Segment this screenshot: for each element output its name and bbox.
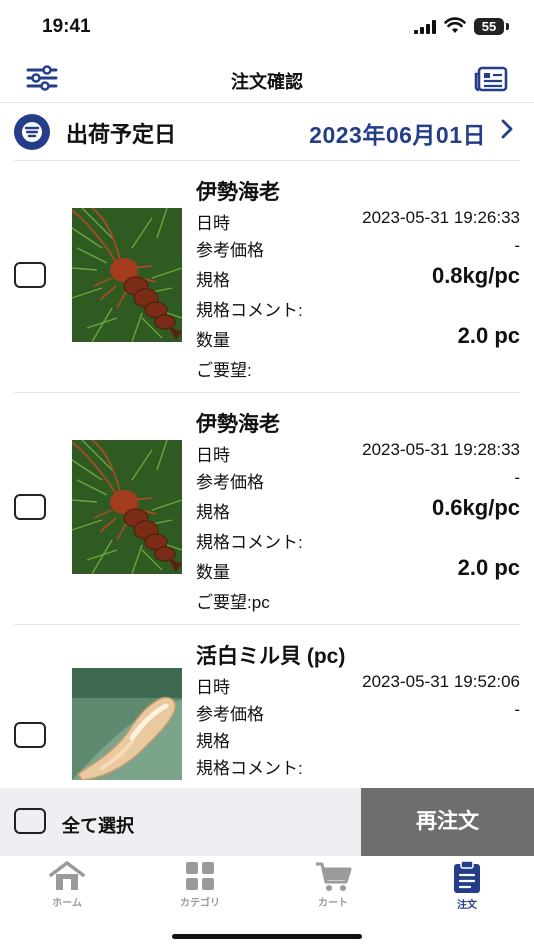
- ref-price-label: 参考価格: [196, 705, 264, 724]
- item-name: 活白ミル貝 (pc): [196, 645, 346, 668]
- order-list[interactable]: 伊勢海老 日時 2023-05-31 19:26:33 参考価格 - 規格 0.…: [0, 160, 534, 788]
- tab-home-label: ホーム: [52, 898, 82, 909]
- ref-price-label: 参考価格: [196, 241, 264, 260]
- item-name: 伊勢海老: [196, 413, 280, 436]
- tab-orders[interactable]: 注文: [407, 860, 527, 911]
- quantity-label: 数量: [196, 331, 230, 350]
- spec-comment-label: 規格コメント:: [196, 533, 303, 552]
- item-checkbox[interactable]: [14, 722, 46, 748]
- reorder-button[interactable]: 再注文: [361, 788, 534, 856]
- select-all-checkbox[interactable]: [14, 808, 46, 834]
- select-all-label[interactable]: 全て選択: [62, 812, 134, 838]
- datetime-label: 日時: [196, 446, 230, 465]
- divider: [14, 392, 520, 393]
- lobster-image: [72, 440, 182, 574]
- cart-icon: [316, 862, 352, 891]
- spec-value: 0.8kg/pc: [431, 263, 520, 288]
- list-circle-icon: [14, 114, 50, 150]
- shipping-date-label: 出荷予定日: [66, 122, 177, 147]
- item-name: 伊勢海老: [196, 181, 280, 204]
- list-item: 伊勢海老 日時 2023-05-31 19:26:33 参考価格 - 規格 0.…: [0, 160, 534, 392]
- datetime-value: 2023-05-31 19:28:33: [362, 440, 520, 459]
- datetime-label: 日時: [196, 214, 230, 233]
- list-item: 伊勢海老 日時 2023-05-31 19:28:33 参考価格 - 規格 0.…: [0, 392, 534, 624]
- item-checkbox[interactable]: [14, 494, 46, 520]
- ref-price-value: -: [514, 700, 520, 719]
- home-indicator: [172, 934, 362, 939]
- status-time: 19:41: [42, 16, 91, 37]
- request-label: ご要望:: [196, 361, 252, 380]
- ref-price-value: -: [514, 236, 520, 255]
- list-item: 活白ミル貝 (pc) 日時 2023-05-31 19:52:06 参考価格 -…: [0, 624, 534, 788]
- home-icon: [49, 861, 85, 890]
- cellular-signal-icon: [414, 20, 436, 34]
- spec-comment-label: 規格コメント:: [196, 759, 303, 778]
- spec-value: 0.6kg/pc: [431, 495, 520, 520]
- shipping-date-value[interactable]: 2023年06月01日: [309, 116, 486, 150]
- spec-label: 規格: [196, 732, 230, 751]
- clipboard-icon: [454, 860, 480, 893]
- bottom-action-bar: 全て選択 再注文: [0, 788, 534, 856]
- divider: [14, 160, 520, 161]
- grid-icon: [186, 862, 214, 890]
- spec-label: 規格: [196, 503, 230, 522]
- geoduck-image: [72, 668, 182, 780]
- spec-comment-label: 規格コメント:: [196, 301, 303, 320]
- datetime-value: 2023-05-31 19:26:33: [362, 208, 520, 227]
- datetime-value: 2023-05-31 19:52:06: [362, 672, 520, 691]
- tab-category[interactable]: カテゴリ: [140, 860, 260, 909]
- ref-price-label: 参考価格: [196, 473, 264, 492]
- tab-home[interactable]: ホーム: [7, 860, 127, 909]
- request-label: ご要望:pc: [196, 593, 270, 612]
- lobster-image: [72, 208, 182, 342]
- quantity-value: 2.0 pc: [457, 323, 520, 348]
- ref-price-value: -: [514, 468, 520, 487]
- order-list-icon[interactable]: [474, 66, 508, 92]
- tab-cart-label: カート: [318, 898, 348, 909]
- nav-bar: 注文確認: [0, 54, 534, 103]
- chevron-right-icon[interactable]: [500, 118, 514, 140]
- battery-icon: 55: [474, 18, 504, 35]
- datetime-label: 日時: [196, 678, 230, 697]
- shipping-date-row[interactable]: 出荷予定日 2023年06月01日: [0, 104, 534, 160]
- tab-cart[interactable]: カート: [273, 860, 393, 909]
- status-bar: 19:41 55: [0, 0, 534, 54]
- quantity-label: 数量: [196, 563, 230, 582]
- item-checkbox[interactable]: [14, 262, 46, 288]
- battery-cap: [506, 23, 509, 30]
- tab-orders-label: 注文: [457, 900, 477, 911]
- quantity-value: 2.0 pc: [457, 555, 520, 580]
- divider: [14, 624, 520, 625]
- spec-label: 規格: [196, 271, 230, 290]
- wifi-icon: [444, 17, 466, 33]
- page-title: 注文確認: [231, 72, 303, 92]
- tab-category-label: カテゴリ: [180, 898, 220, 909]
- request-value: pc: [251, 593, 270, 612]
